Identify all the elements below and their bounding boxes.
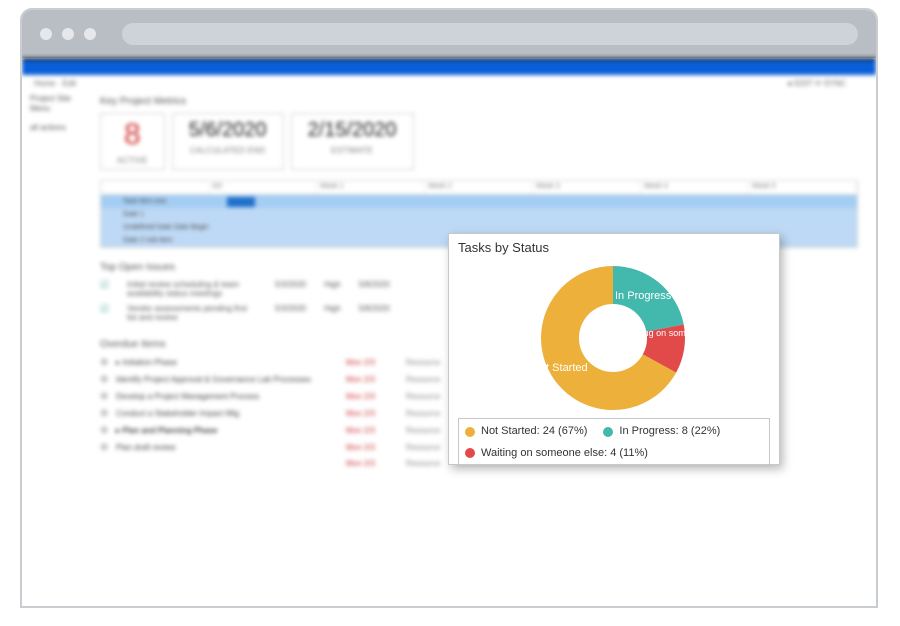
sidebar-link[interactable]: all actions bbox=[30, 123, 92, 132]
breadcrumb-left: Home · Edit bbox=[34, 79, 76, 88]
legend-text: Not Started: 24 (67%) bbox=[481, 423, 587, 441]
issue-assigned: 5/3/2020 bbox=[275, 280, 306, 298]
check-icon: ☑ bbox=[100, 304, 109, 322]
scale-cell bbox=[101, 181, 209, 194]
donut-chart: In Progress Waiting on someone else Not … bbox=[458, 258, 768, 418]
gantt-task-name: Undefined Gate Date Begin bbox=[101, 224, 221, 231]
gantt-row[interactable]: Task item one bbox=[101, 195, 857, 208]
slice-label-notstarted: Not Started bbox=[532, 362, 588, 374]
legend-text: In Progress: 8 (22%) bbox=[619, 423, 720, 441]
sidebar: Project Site Menu all actions bbox=[22, 88, 100, 608]
overdue-date: Mon 2/3 bbox=[346, 459, 406, 468]
expand-icon[interactable]: ⊕ bbox=[100, 374, 116, 385]
gantt-bar bbox=[227, 197, 255, 207]
issue-due: 5/8/2020 bbox=[359, 304, 390, 322]
issue-title: Initial review scheduling & team availab… bbox=[127, 280, 257, 298]
scale-cell: Week 3 bbox=[533, 181, 641, 194]
metric-value: 2/15/2020 bbox=[308, 120, 397, 140]
gantt-scale: 3/3 Week 1 Week 2 Week 3 Week 4 Week 5 bbox=[101, 181, 857, 195]
suite-bar bbox=[22, 58, 876, 75]
browser-chrome bbox=[22, 10, 876, 58]
expand-icon[interactable]: ⊕ bbox=[100, 408, 116, 419]
overdue-assigned: Resource bbox=[406, 459, 440, 468]
gantt-task-name: Gate 1 bbox=[101, 211, 221, 218]
overdue-title: Identify Project Approval & Governance L… bbox=[116, 375, 346, 384]
metrics-heading: Key Project Metrics bbox=[100, 96, 858, 107]
scale-cell: Week 1 bbox=[317, 181, 425, 194]
issue-priority: High bbox=[324, 280, 340, 298]
tasks-by-status-card: Tasks by Status In Progress Waiting on s… bbox=[448, 233, 780, 465]
overdue-date: Mon 2/3 bbox=[346, 426, 406, 435]
donut-svg bbox=[538, 263, 688, 413]
legend-text: Waiting on someone else: 4 (11%) bbox=[481, 445, 648, 463]
overdue-assigned: Resource bbox=[406, 358, 440, 367]
breadcrumb-right: ● EDIT ⟳ SYNC bbox=[787, 79, 846, 88]
chart-title: Tasks by Status bbox=[458, 240, 770, 255]
overdue-assigned: Resource bbox=[406, 409, 440, 418]
metric-card: 5/6/2020 CALCULATED END bbox=[172, 113, 284, 170]
overdue-title: Plan draft review bbox=[116, 443, 346, 452]
expand-icon[interactable]: ⊕ bbox=[100, 357, 116, 368]
metric-caption: CALCULATED END bbox=[189, 146, 267, 155]
gantt-row[interactable]: Gate 1 bbox=[101, 208, 857, 221]
overdue-date: Mon 2/3 bbox=[346, 358, 406, 367]
overdue-title: Develop a Project Management Process bbox=[116, 392, 346, 401]
legend-swatch-icon bbox=[465, 427, 475, 437]
chart-legend: Not Started: 24 (67%) In Progress: 8 (22%… bbox=[458, 418, 770, 467]
window-dot-icon bbox=[62, 28, 74, 40]
metric-value: 5/6/2020 bbox=[189, 120, 267, 140]
top-meta: Home · Edit ● EDIT ⟳ SYNC bbox=[22, 75, 876, 88]
overdue-date: Mon 2/3 bbox=[346, 443, 406, 452]
check-icon: ☑ bbox=[100, 280, 109, 298]
overdue-assigned: Resource bbox=[406, 392, 440, 401]
metric-cards: 8 ACTIVE 5/6/2020 CALCULATED END 2/15/20… bbox=[100, 113, 858, 170]
metric-card: 2/15/2020 ESTIMATE bbox=[291, 113, 414, 170]
overdue-title: ▸ Initiation Phase bbox=[116, 358, 346, 367]
sidebar-blurb: Project Site Menu bbox=[30, 94, 92, 113]
scale-cell: 3/3 bbox=[209, 181, 317, 194]
legend-item: Waiting on someone else: 4 (11%) bbox=[465, 445, 648, 463]
window-dot-icon bbox=[84, 28, 96, 40]
metric-value: 8 bbox=[117, 120, 148, 150]
metric-caption: ESTIMATE bbox=[308, 146, 397, 155]
issue-assigned: 5/3/2020 bbox=[275, 304, 306, 322]
gantt-task-name: Gate 2 sub item bbox=[101, 237, 221, 244]
scale-cell: Week 2 bbox=[425, 181, 533, 194]
legend-swatch-icon bbox=[603, 427, 613, 437]
scale-cell: Week 4 bbox=[641, 181, 749, 194]
overdue-date: Mon 2/3 bbox=[346, 409, 406, 418]
overdue-assigned: Resource bbox=[406, 443, 440, 452]
overdue-date: Mon 2/3 bbox=[346, 375, 406, 384]
issue-title: Vendor assessments pending first list an… bbox=[127, 304, 257, 322]
legend-item: Not Started: 24 (67%) bbox=[465, 423, 587, 441]
legend-swatch-icon bbox=[465, 448, 475, 458]
overdue-title: Conduct a Stakeholder Impact Mtg bbox=[116, 409, 346, 418]
issue-due: 5/8/2020 bbox=[359, 280, 390, 298]
overdue-assigned: Resource bbox=[406, 426, 440, 435]
window-dot-icon bbox=[40, 28, 52, 40]
slice-label-waiting: Waiting on someone else bbox=[624, 328, 725, 338]
legend-item: In Progress: 8 (22%) bbox=[603, 423, 720, 441]
metric-card: 8 ACTIVE bbox=[100, 113, 165, 170]
url-bar[interactable] bbox=[122, 23, 858, 45]
expand-icon[interactable]: ⊕ bbox=[100, 442, 116, 453]
expand-icon[interactable]: ⊕ bbox=[100, 391, 116, 402]
metric-caption: ACTIVE bbox=[117, 156, 148, 165]
overdue-date: Mon 2/3 bbox=[346, 392, 406, 401]
overdue-title: ▸ Plan and Planning Phase bbox=[116, 426, 346, 435]
overdue-assigned: Resource bbox=[406, 375, 440, 384]
issue-priority: High bbox=[324, 304, 340, 322]
expand-icon[interactable]: ⊕ bbox=[100, 425, 116, 436]
slice-label-inprogress: In Progress bbox=[615, 290, 671, 302]
gantt-task-name: Task item one bbox=[101, 198, 221, 205]
scale-cell: Week 5 bbox=[749, 181, 857, 194]
